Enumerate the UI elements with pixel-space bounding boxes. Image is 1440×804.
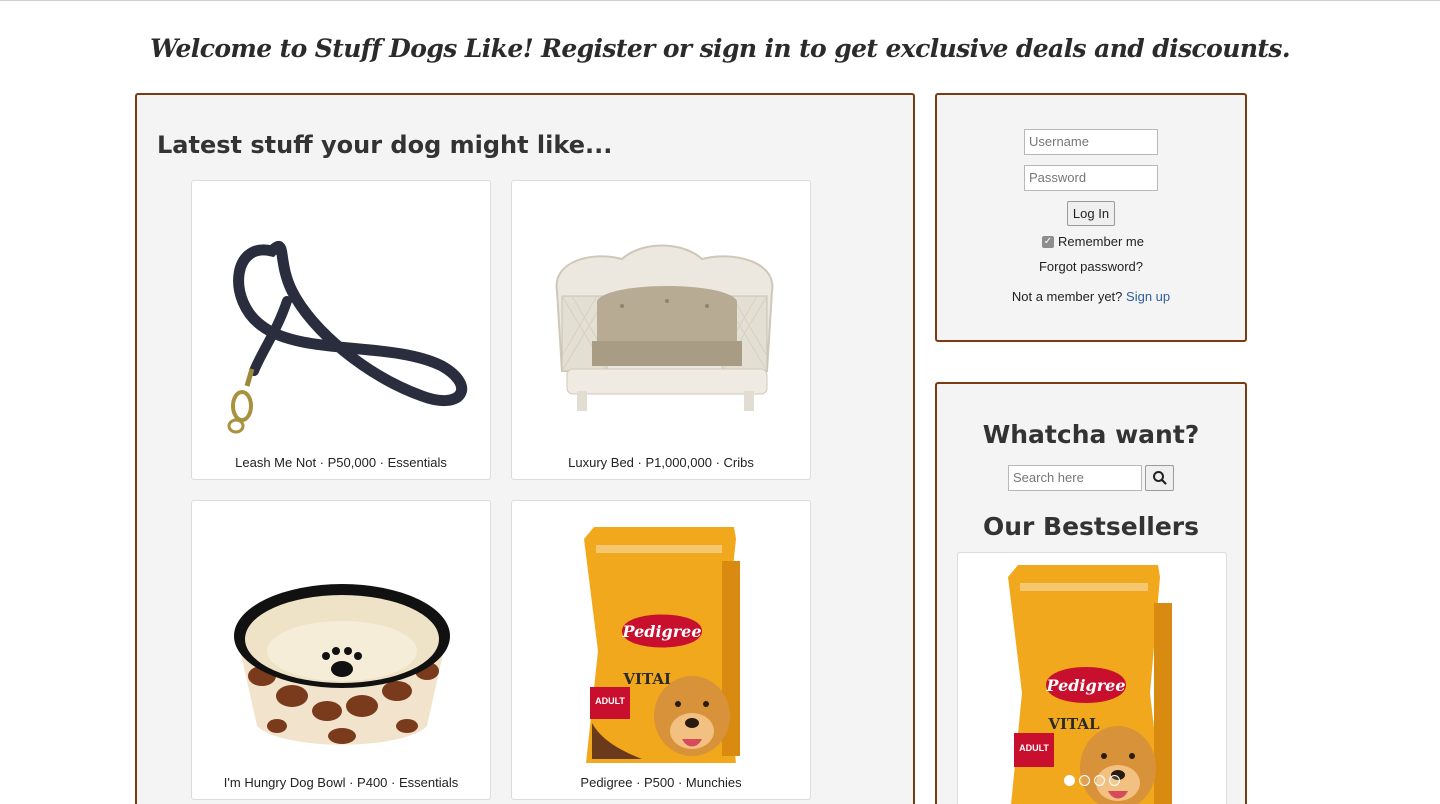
- svg-text:VITAL: VITAL: [1047, 715, 1100, 733]
- signup-link[interactable]: Sign up: [1126, 289, 1170, 304]
- bestsellers-heading: Our Bestsellers: [982, 512, 1200, 541]
- welcome-banner: Welcome to Stuff Dogs Like! Register or …: [150, 34, 1290, 63]
- svg-text:Pedigree: Pedigree: [621, 622, 701, 641]
- login-button[interactable]: Log In: [1067, 201, 1115, 226]
- username-field[interactable]: Username: [1024, 129, 1158, 155]
- product-card[interactable]: I'm Hungry Dog Bowl · P400 · Essentials: [191, 500, 491, 800]
- carousel-dot[interactable]: [1094, 775, 1105, 786]
- not-member-text: Not a member yet?: [1011, 289, 1123, 304]
- product-caption[interactable]: I'm Hungry Dog Bowl · P400 · Essentials: [192, 775, 490, 790]
- latest-products-heading: Latest stuff your dog might like...: [157, 131, 613, 159]
- search-heading: Whatcha want?: [982, 420, 1200, 449]
- svg-text:ADULT: ADULT: [1019, 743, 1049, 753]
- search-icon: [1153, 471, 1167, 485]
- dog-food-bag-image[interactable]: Pedigree VITAL ADULT: [958, 553, 1227, 804]
- dog-bowl-image[interactable]: [192, 501, 490, 769]
- svg-text:ADULT: ADULT: [595, 696, 625, 706]
- search-input[interactable]: Search here: [1008, 465, 1142, 491]
- product-caption[interactable]: Luxury Bed · P1,000,000 · Cribs: [512, 455, 810, 470]
- dog-food-bag-image[interactable]: Pedigree VITAL ADULT: [512, 501, 810, 769]
- forgot-password-link[interactable]: Forgot password?: [937, 259, 1245, 274]
- product-caption[interactable]: Leash Me Not · P50,000 · Essentials: [192, 455, 490, 470]
- product-card[interactable]: Leash Me Not · P50,000 · Essentials: [191, 180, 491, 480]
- carousel-dot[interactable]: [1064, 775, 1075, 786]
- latest-products-panel: Latest stuff your dog might like... Leas…: [135, 93, 915, 804]
- remember-me-label[interactable]: Remember me: [1058, 234, 1144, 249]
- carousel-dot[interactable]: [1109, 775, 1120, 786]
- login-panel: Username Password Log In ✓ Remember me F…: [935, 93, 1247, 342]
- leash-image[interactable]: [192, 181, 490, 449]
- product-caption[interactable]: Pedigree · P500 · Munchies: [512, 775, 810, 790]
- search-bestsellers-panel: Whatcha want? Search here Our Bestseller…: [935, 382, 1247, 804]
- password-field[interactable]: Password: [1024, 165, 1158, 191]
- search-button[interactable]: [1145, 465, 1174, 491]
- carousel-dot[interactable]: [1079, 775, 1090, 786]
- carousel-indicators: [1064, 775, 1120, 786]
- bestseller-carousel[interactable]: Pedigree VITAL ADULT: [957, 552, 1227, 804]
- product-card[interactable]: Luxury Bed · P1,000,000 · Cribs: [511, 180, 811, 480]
- remember-me-row[interactable]: ✓ Remember me: [1042, 234, 1144, 249]
- dog-bed-image[interactable]: [512, 181, 810, 449]
- top-divider: [0, 0, 1440, 1]
- svg-text:VITAL: VITAL: [622, 670, 675, 688]
- product-card[interactable]: Pedigree VITAL ADULT Pedigree · P500 · M…: [511, 500, 811, 800]
- svg-text:Pedigree: Pedigree: [1045, 676, 1125, 695]
- remember-me-checkbox[interactable]: ✓: [1042, 235, 1054, 248]
- signup-prompt: Not a member yet? Sign up: [937, 289, 1245, 304]
